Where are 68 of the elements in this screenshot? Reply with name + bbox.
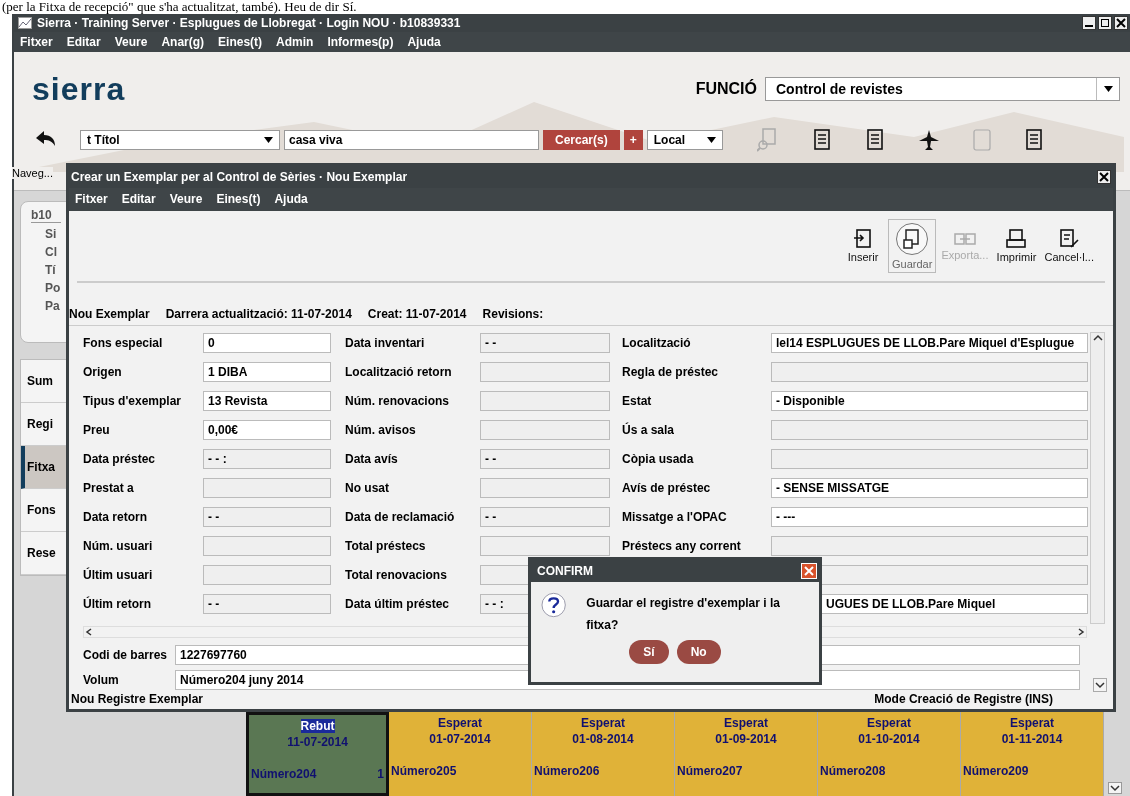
field-label: Origen [83,365,123,380]
field-label: Data préstec [83,452,157,467]
issue-number: Número207 [677,764,743,778]
record-id: b10 [31,208,61,223]
field-label: Total préstecs [345,539,427,554]
field-label: Codi de barres [83,647,169,662]
issue-status: Esperat [438,716,482,730]
dialog-title: Crear un Exemplar per al Control de Sèries · Nou Exemplar [71,170,408,185]
mode-text: Mode Creació de Registre (INS) [874,692,1053,707]
issue-date: 01-10-2014 [858,732,920,746]
field-label: Missatge a l'OPAC [622,510,728,525]
record-info-text: Creat: 11-07-2014 [367,307,467,322]
field-label: Últim retorn [83,597,152,612]
navigate-label: Naveg... [12,167,53,179]
record-field-label: Tí [45,263,56,277]
issue-number: Número209 [963,764,1029,778]
field-label: Total renovacions [345,568,448,583]
field-label: Núm. avisos [345,423,417,438]
field-label: Data de reclamació [345,510,456,525]
issue-date: 01-11-2014 [1001,732,1063,746]
issue-number: Número204 [251,767,317,781]
document-text: (per la Fitxa de recepció" que s'ha actualitzat, també). Heu de dir Sí. [1,0,358,14]
issue-status: Esperat [1010,716,1054,730]
field-label: Estat [622,394,653,409]
record-field-label: Cl [45,245,57,259]
field-label: Localització retorn [345,365,453,380]
field-label: Ús a sala [622,423,676,438]
record-info-text: Darrera actualització: 11-07-2014 [165,307,352,322]
function-label: FUNCIÓ [695,80,757,98]
issue-status: Esperat [581,716,625,730]
issue-number: Número208 [820,764,886,778]
field-label: Tipus d'exemplar [83,394,182,409]
status-text: Nou Registre Exemplar [71,692,204,707]
field-label: Préstecs any corrent [622,539,742,554]
record-info-text: Nou Exemplar [69,307,150,322]
field-label: Preu [83,423,111,438]
field-label: Avís de préstec [622,481,712,496]
field-label: Data avís [345,452,399,467]
issue-status: Esperat [867,716,911,730]
field-label: Còpia usada [622,452,695,467]
record-field-label: Pa [45,299,60,313]
field-label: Data últim préstec [345,597,451,612]
field-label: Data inventari [345,336,426,351]
field-label: Últim usuari [83,568,154,583]
field-label: Núm. renovacions [345,394,451,409]
field-label: Fons especial [83,336,164,351]
field-label: No usat [345,481,390,496]
issue-date: 01-09-2014 [715,732,777,746]
field-label: Volum [83,672,120,687]
record-field-label: Si [45,227,57,241]
field-label: Data retorn [83,510,148,525]
issue-number: Número206 [534,764,600,778]
issue-status: Esperat [724,716,768,730]
field-label: Prestat a [83,481,135,496]
window-title: Sierra · Training Server · Esplugues de Llobregat · Login NOU · b10839331 [37,16,461,30]
issue-date: 11-07-2014 [287,735,348,749]
issue-status: Rebut [300,719,335,733]
field-label: Regla de préstec [622,365,720,380]
field-label: Localització [622,336,692,351]
record-field-label: Po [45,281,61,295]
issue-date: 01-07-2014 [429,732,491,746]
dialog-title: CONFIRM [537,564,593,578]
sierra-logo: sierra [32,70,126,108]
issue-date: 01-08-2014 [572,732,634,746]
issue-count: 1 [377,767,384,781]
issue-number: Número205 [391,764,457,778]
field-label: Núm. usuari [83,539,154,554]
record-info-text: Revisions: [482,307,544,322]
